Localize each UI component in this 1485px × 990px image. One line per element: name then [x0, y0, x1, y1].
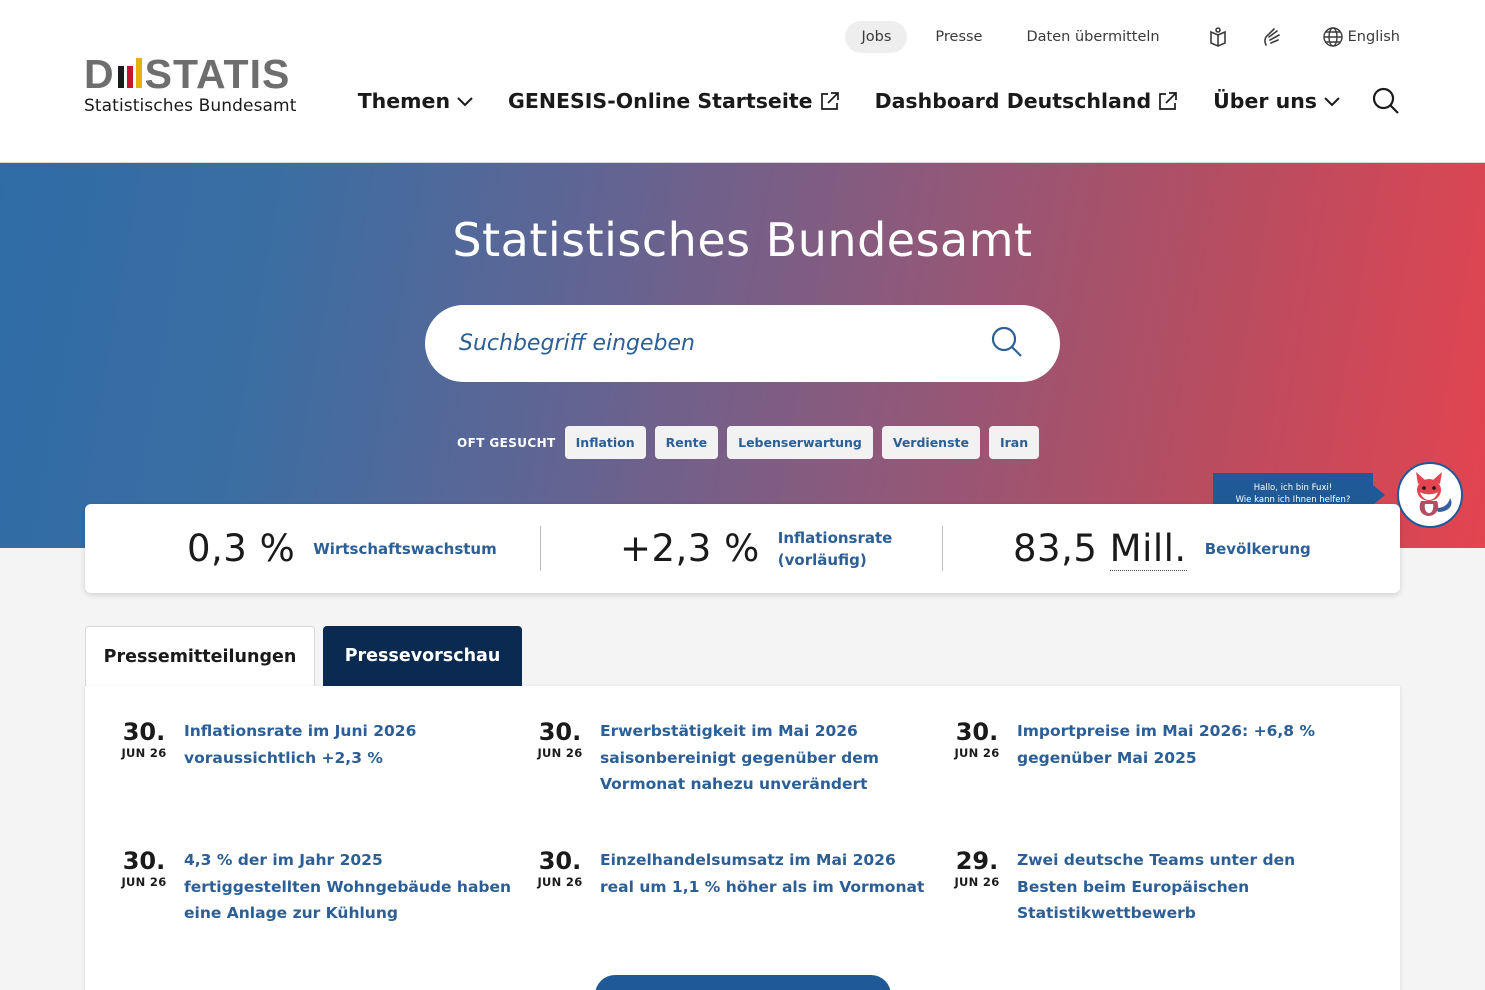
- news-title-link[interactable]: Erwerbstätigkeit im Mai 2026 saisonberei…: [600, 718, 930, 798]
- hero-title: Statistisches Bundesamt: [452, 213, 1033, 267]
- news-title-link[interactable]: 4,3 % der im Jahr 2025 fertiggestellten …: [184, 847, 514, 927]
- news-date: 30. JUN 26: [531, 718, 589, 798]
- stat-value-number: 83,5: [1013, 527, 1098, 570]
- news-month: JUN 26: [537, 875, 583, 889]
- chip-iran[interactable]: Iran: [988, 426, 1040, 459]
- chip-verdienste[interactable]: Verdienste: [881, 426, 980, 459]
- news-day: 30.: [955, 718, 999, 746]
- chip-lebenserwartung[interactable]: Lebenserwartung: [727, 426, 873, 459]
- stat-bevoelkerung[interactable]: 83,5 Mill. Bevölkerung: [1013, 504, 1311, 593]
- nav-ueber-uns-label: Über uns: [1213, 89, 1317, 113]
- language-label: English: [1347, 29, 1400, 45]
- external-link-icon: [1159, 92, 1177, 110]
- stat-value: +2,3 %: [620, 527, 760, 570]
- news-month: JUN 26: [954, 875, 1000, 889]
- nav-dashboard-deutschland[interactable]: Dashboard Deutschland: [875, 89, 1180, 113]
- list-item[interactable]: 30. JUN 26 Erwerbstätigkeit im Mai 2026 …: [531, 718, 930, 798]
- stat-value: 0,3 %: [187, 527, 296, 570]
- often-searched-label: OFT GESUCHT: [457, 435, 556, 450]
- stat-label: Wirtschaftswachstum: [313, 539, 497, 558]
- news-month: JUN 26: [121, 875, 167, 889]
- news-title-link[interactable]: Inflationsrate im Juni 2026 voraussichtl…: [184, 718, 514, 771]
- news-date: 30. JUN 26: [948, 718, 1006, 771]
- logo-subtitle: Statistisches Bundesamt: [84, 96, 297, 116]
- topnav-jobs[interactable]: Jobs: [845, 21, 908, 53]
- list-item[interactable]: 30. JUN 26 Importpreise im Mai 2026: +6,…: [948, 718, 1347, 771]
- news-date: 29. JUN 26: [948, 847, 1006, 927]
- chip-inflation[interactable]: Inflation: [564, 426, 646, 459]
- tab-pressemitteilungen[interactable]: Pressemitteilungen: [85, 626, 315, 686]
- logo-letters-statis: STATIS: [144, 51, 291, 97]
- hero-search-input[interactable]: [459, 331, 990, 356]
- nav-themen-label: Themen: [357, 89, 451, 113]
- list-item[interactable]: 30. JUN 26 Einzelhandelsumsatz im Mai 20…: [531, 847, 930, 900]
- chevron-down-icon: [1324, 97, 1340, 107]
- nav-dashboard-label: Dashboard Deutschland: [874, 89, 1152, 113]
- key-figures-card: 0,3 % Wirtschaftswachstum +2,3 % Inflati…: [85, 504, 1400, 593]
- stat-value-unit-abbr: Mill.: [1109, 527, 1187, 571]
- easy-language-icon[interactable]: [1206, 25, 1230, 49]
- often-searched: OFT GESUCHT Inflation Rente Lebenserwart…: [457, 426, 1048, 459]
- hero-search-box: [425, 305, 1060, 382]
- news-title-link[interactable]: Zwei deutsche Teams unter den Besten bei…: [1017, 847, 1347, 927]
- site-header: D STATIS Statistisches Bundesamt Jobs Pr…: [0, 0, 1485, 163]
- news-month: JUN 26: [121, 746, 167, 760]
- stat-divider: [942, 526, 943, 571]
- fox-avatar-icon: [1416, 472, 1452, 516]
- news-day: 30.: [538, 718, 582, 746]
- top-utility-nav: Jobs Presse Daten übermitteln English: [833, 21, 1400, 53]
- destatis-logo[interactable]: D STATIS Statistisches Bundesamt: [84, 51, 297, 117]
- list-item[interactable]: 30. JUN 26 4,3 % der im Jahr 2025 fertig…: [115, 847, 514, 927]
- news-date: 30. JUN 26: [531, 847, 589, 900]
- news-day: 30.: [538, 847, 582, 875]
- stat-value: 83,5 Mill.: [1013, 527, 1187, 571]
- list-item[interactable]: 29. JUN 26 Zwei deutsche Teams unter den…: [948, 847, 1347, 927]
- chatbot-greeting-line1: Hallo, ich bin Fuxi!: [1253, 483, 1333, 493]
- topnav-daten-uebermitteln[interactable]: Daten übermitteln: [1010, 21, 1175, 53]
- stat-wirtschaftswachstum[interactable]: 0,3 % Wirtschaftswachstum: [187, 504, 497, 593]
- sign-language-icon[interactable]: [1260, 25, 1284, 49]
- chevron-down-icon: [457, 97, 473, 107]
- stat-label: Bevölkerung: [1204, 539, 1311, 558]
- stat-label-line1: Inflationsrate: [777, 528, 893, 547]
- hero-search-button[interactable]: [990, 325, 1024, 363]
- nav-themen[interactable]: Themen: [358, 89, 474, 113]
- news-day: 29.: [955, 847, 999, 875]
- news-title-link[interactable]: Einzelhandelsumsatz im Mai 2026 real um …: [600, 847, 930, 900]
- language-switch[interactable]: English: [1322, 26, 1400, 48]
- main-nav: Themen GENESIS-Online Startseite Dashboa…: [324, 86, 1401, 116]
- stat-label-line2: (vorläufig): [777, 550, 867, 569]
- news-month: JUN 26: [537, 746, 583, 760]
- news-date: 30. JUN 26: [115, 847, 173, 927]
- news-title-link[interactable]: Importpreise im Mai 2026: +6,8 % gegenüb…: [1017, 718, 1347, 771]
- tab-pressevorschau[interactable]: Pressevorschau: [323, 626, 522, 686]
- news-month: JUN 26: [954, 746, 1000, 760]
- nav-ueber-uns[interactable]: Über uns: [1213, 89, 1341, 113]
- stat-divider: [540, 526, 541, 571]
- external-link-icon: [820, 92, 839, 110]
- list-item[interactable]: 30. JUN 26 Inflationsrate im Juni 2026 v…: [115, 718, 514, 771]
- search-icon: [991, 326, 1022, 357]
- chip-rente[interactable]: Rente: [654, 426, 719, 459]
- search-icon: [1372, 87, 1399, 114]
- news-day: 30.: [122, 847, 166, 875]
- header-search-button[interactable]: [1371, 86, 1401, 116]
- show-all-button[interactable]: [595, 975, 891, 990]
- news-day: 30.: [122, 718, 166, 746]
- chatbot-launcher[interactable]: [1397, 462, 1463, 528]
- topnav-presse[interactable]: Presse: [919, 21, 998, 53]
- logo-flag-bars: [117, 58, 142, 88]
- press-list-panel: 30. JUN 26 Inflationsrate im Juni 2026 v…: [85, 686, 1400, 990]
- news-date: 30. JUN 26: [115, 718, 173, 771]
- stat-label: Inflationsrate (vorläufig): [778, 527, 893, 571]
- logo-letter-d: D: [84, 51, 115, 97]
- globe-icon: [1322, 27, 1343, 47]
- stat-inflationsrate[interactable]: +2,3 % Inflationsrate (vorläufig): [620, 504, 892, 593]
- nav-genesis-online[interactable]: GENESIS-Online Startseite: [508, 89, 841, 113]
- nav-genesis-label: GENESIS-Online Startseite: [508, 89, 813, 113]
- logo-wordmark: D STATIS: [84, 51, 296, 97]
